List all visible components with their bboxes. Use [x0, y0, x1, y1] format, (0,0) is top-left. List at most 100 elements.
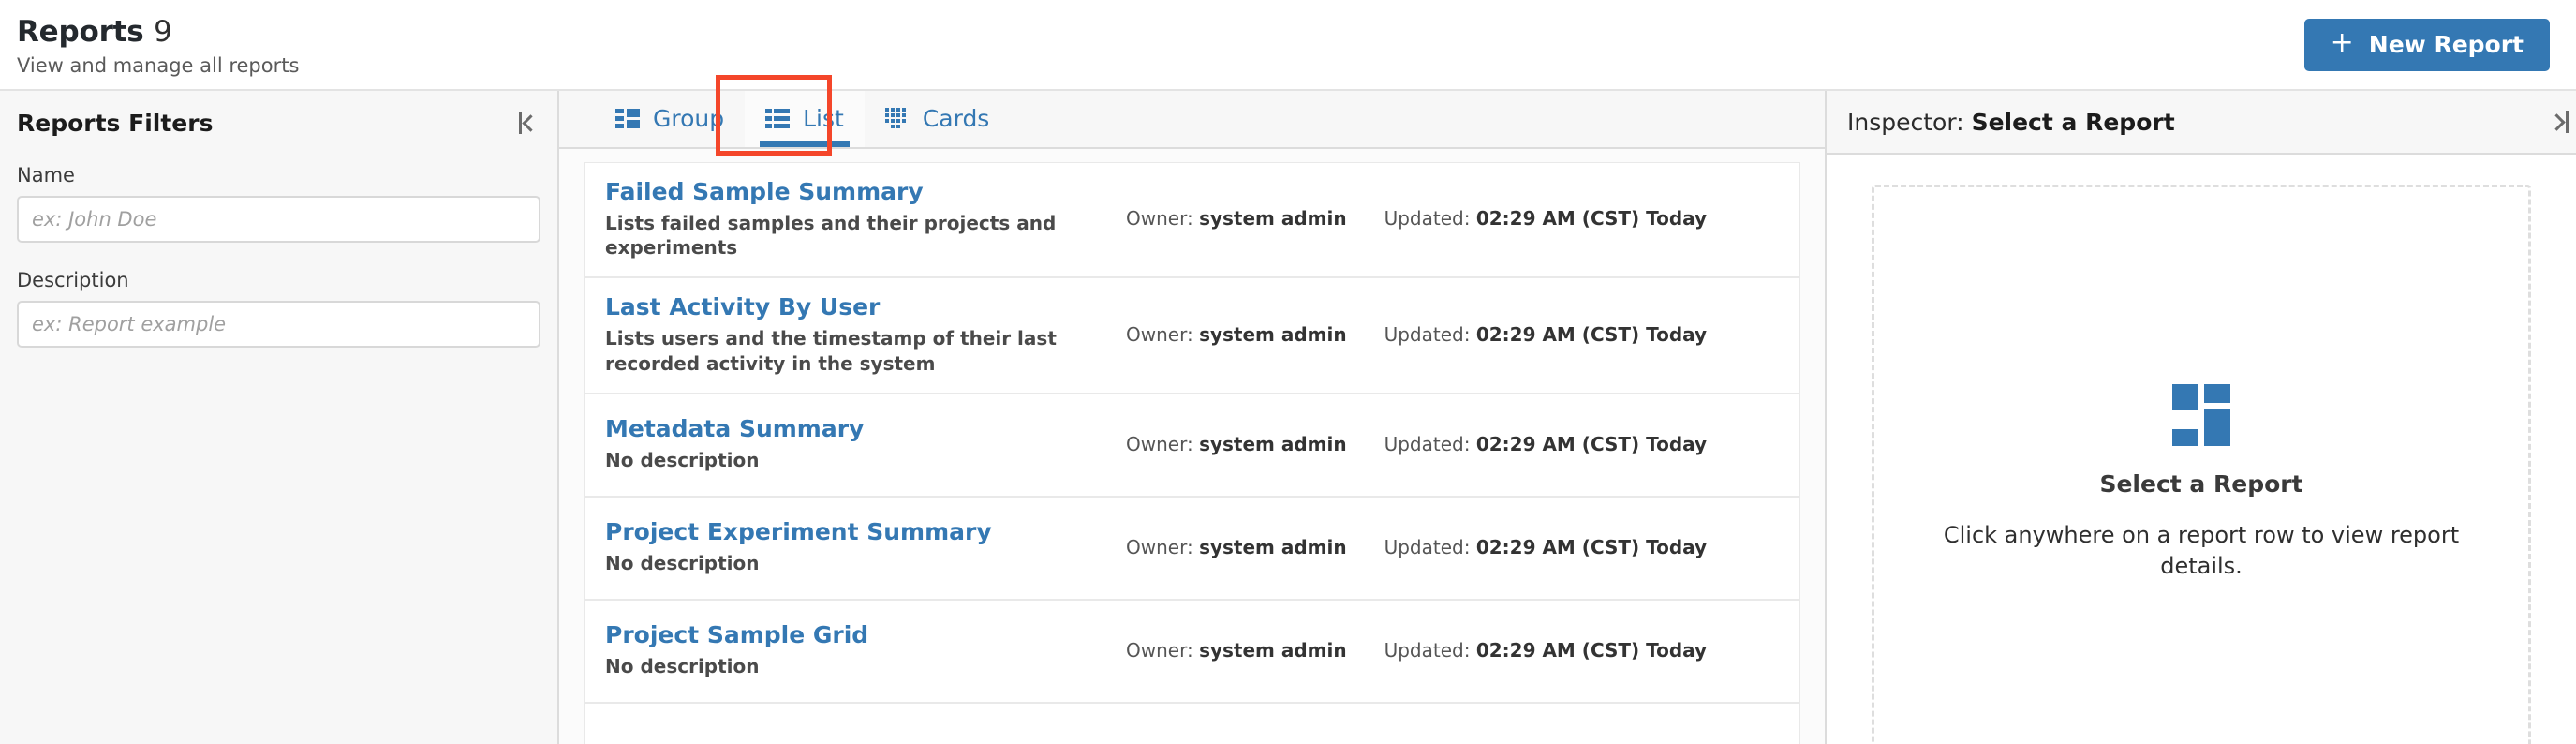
table-row[interactable]: Project Experiment Summary No descriptio… [584, 498, 1800, 602]
table-row[interactable]: Project Sample Grid No description Owner… [584, 601, 1800, 705]
owner-cell: Owner: system admin [1126, 433, 1347, 455]
plus-icon: + [2330, 25, 2354, 59]
owner-value: system admin [1199, 639, 1347, 662]
inspector-header: Inspector: Select a Report [1827, 91, 2576, 155]
filter-field-name: Name [17, 164, 540, 243]
updated-value: 02:29 AM (CST) Today [1475, 536, 1708, 559]
owner-value: system admin [1199, 433, 1347, 456]
description-filter-input[interactable] [17, 301, 540, 348]
owner-value: system admin [1199, 536, 1347, 559]
report-name-link[interactable]: Project Sample Grid [605, 621, 1092, 649]
owner-label: Owner: [1126, 207, 1193, 231]
reports-rows: Failed Sample Summary Lists failed sampl… [559, 148, 1825, 744]
group-view-icon [615, 108, 640, 129]
report-blocks-icon [2172, 383, 2230, 446]
inspector-label: Inspector: [1847, 108, 1964, 136]
table-row[interactable]: Metadata Summary No description Owner: s… [584, 394, 1800, 498]
row-main: Project Experiment Summary No descriptio… [605, 518, 1092, 575]
collapse-inspector-icon[interactable] [2548, 111, 2569, 133]
row-main: Project Sample Grid No description [605, 621, 1092, 678]
inspector-selection: Select a Report [1971, 108, 2175, 136]
inspector-body: Select a Report Click anywhere on a repo… [1827, 155, 2576, 744]
reports-count: 9 [154, 15, 172, 50]
page-header: Reports 9 View and manage all reports + … [0, 0, 2576, 91]
name-filter-label: Name [17, 164, 75, 186]
filter-field-description: Description [17, 269, 540, 348]
table-row[interactable]: Failed Sample Summary Lists failed sampl… [584, 161, 1800, 279]
reports-filters-panel: Reports Filters Name Description [0, 91, 559, 744]
empty-state-text: Click anywhere on a report row to view r… [1943, 521, 2460, 579]
row-meta: Owner: system admin Updated: 02:29 AM (C… [1092, 639, 1707, 662]
table-row[interactable] [584, 704, 1800, 744]
updated-label: Updated: [1384, 536, 1471, 559]
owner-label: Owner: [1126, 433, 1193, 456]
filters-body: Name Description [0, 155, 557, 374]
updated-value: 02:29 AM (CST) Today [1475, 433, 1708, 456]
row-main: Metadata Summary No description [605, 415, 1092, 472]
updated-cell: Updated: 02:29 AM (CST) Today [1384, 323, 1708, 346]
owner-cell: Owner: system admin [1126, 207, 1347, 230]
chevron-left-icon [522, 113, 540, 132]
new-report-button[interactable]: + New Report [2303, 18, 2550, 71]
tab-group[interactable]: Group [595, 91, 745, 147]
updated-cell: Updated: 02:29 AM (CST) Today [1384, 639, 1708, 662]
report-name-link[interactable]: Project Experiment Summary [605, 518, 1092, 546]
updated-cell: Updated: 02:29 AM (CST) Today [1384, 536, 1708, 558]
report-description: Lists users and the timestamp of their l… [605, 327, 1057, 375]
tab-list[interactable]: List [745, 91, 865, 147]
row-meta: Owner: system admin Updated: 02:29 AM (C… [1092, 433, 1707, 455]
view-mode-tabbar: Group List Cards [559, 75, 1825, 156]
description-filter-label: Description [17, 269, 129, 291]
body-wrapper: Reports Filters Name Description [0, 75, 2576, 744]
page-title-text: Reports [17, 15, 144, 50]
row-meta: Owner: system admin Updated: 02:29 AM (C… [1092, 207, 1707, 230]
report-name-link[interactable]: Metadata Summary [605, 415, 1092, 443]
tab-cards[interactable]: Cards [865, 91, 1011, 147]
report-description: No description [605, 655, 760, 678]
row-meta: Owner: system admin Updated: 02:29 AM (C… [1092, 536, 1707, 558]
inspector-title: Inspector: Select a Report [1847, 109, 2175, 136]
new-report-label: New Report [2368, 31, 2524, 58]
report-description: Lists failed samples and their projects … [605, 211, 1057, 259]
empty-state-title: Select a Report [2099, 469, 2303, 498]
owner-cell: Owner: system admin [1126, 639, 1347, 662]
updated-cell: Updated: 02:29 AM (CST) Today [1384, 433, 1708, 455]
owner-value: system admin [1199, 207, 1347, 231]
row-main: Failed Sample Summary Lists failed sampl… [605, 178, 1092, 260]
report-name-link[interactable]: Failed Sample Summary [605, 178, 1092, 206]
filters-header: Reports Filters [0, 91, 557, 155]
cards-view-icon [884, 107, 910, 130]
owner-cell: Owner: system admin [1126, 536, 1347, 558]
updated-cell: Updated: 02:29 AM (CST) Today [1384, 207, 1708, 230]
owner-label: Owner: [1126, 639, 1193, 662]
filters-title: Reports Filters [17, 109, 214, 137]
updated-label: Updated: [1384, 207, 1471, 231]
owner-cell: Owner: system admin [1126, 323, 1347, 346]
row-main: Last Activity By User Lists users and th… [605, 293, 1092, 376]
tab-list-label: List [803, 105, 844, 133]
title-block: Reports 9 View and manage all reports [17, 12, 300, 77]
table-row[interactable]: Last Activity By User Lists users and th… [584, 278, 1800, 395]
report-description: No description [605, 552, 760, 575]
page-title: Reports 9 [17, 15, 299, 50]
collapse-filters-icon[interactable] [519, 112, 540, 134]
tab-cards-label: Cards [922, 105, 990, 133]
updated-label: Updated: [1384, 323, 1471, 347]
name-filter-input[interactable] [17, 196, 540, 243]
updated-label: Updated: [1384, 639, 1471, 662]
report-description: No description [605, 449, 760, 472]
inspector-empty-state: Select a Report Click anywhere on a repo… [1872, 185, 2531, 744]
updated-value: 02:29 AM (CST) Today [1475, 639, 1708, 662]
chevron-right-icon [2548, 112, 2566, 131]
page-subtitle: View and manage all reports [17, 53, 300, 77]
inspector-panel: Inspector: Select a Report Select a Repo… [1827, 91, 2576, 744]
tab-group-label: Group [653, 105, 725, 133]
report-name-link[interactable]: Last Activity By User [605, 293, 1092, 321]
updated-value: 02:29 AM (CST) Today [1475, 207, 1708, 231]
list-view-icon [765, 108, 791, 129]
reports-list-column: Group List Cards Failed Sample Summary L… [559, 75, 1827, 744]
updated-value: 02:29 AM (CST) Today [1475, 323, 1708, 347]
collapse-bar [2566, 111, 2569, 133]
updated-label: Updated: [1384, 433, 1471, 456]
owner-value: system admin [1199, 323, 1347, 347]
